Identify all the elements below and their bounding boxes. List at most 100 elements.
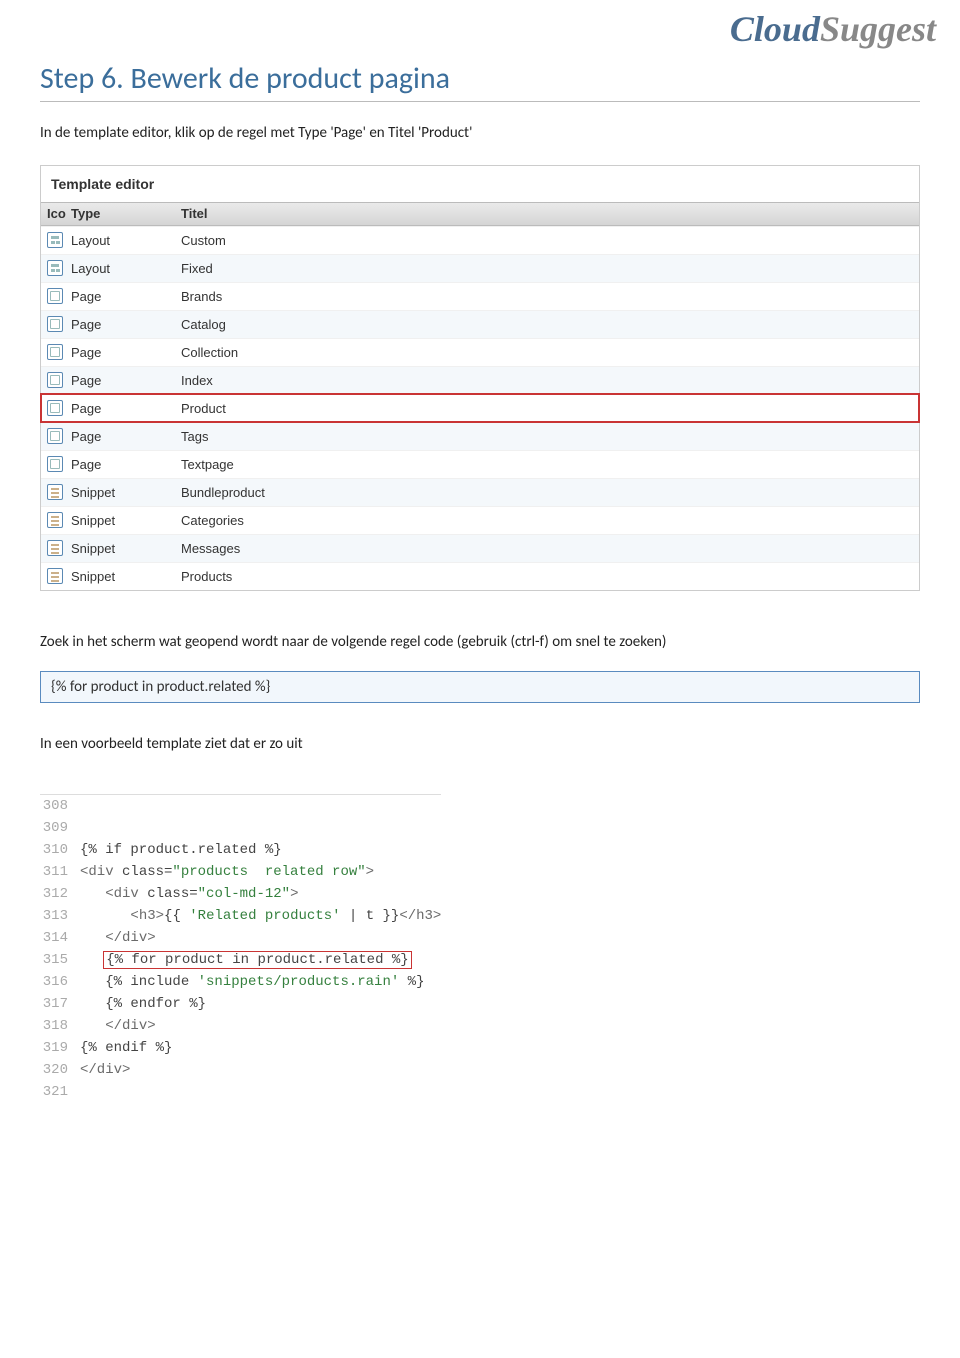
- row-type-cell: Layout: [71, 233, 181, 248]
- code-line: 311<div class="products related row">: [40, 861, 441, 883]
- col-type-header: Type: [71, 206, 181, 221]
- code-content: {% include 'snippets/products.rain' %}: [80, 974, 424, 990]
- template-editor-row[interactable]: SnippetBundleproduct: [41, 478, 919, 506]
- template-editor-row[interactable]: LayoutCustom: [41, 226, 919, 254]
- page-icon: [47, 316, 63, 332]
- template-editor-row[interactable]: PageTextpage: [41, 450, 919, 478]
- code-line: 314 </div>: [40, 927, 441, 949]
- code-content: </div>: [80, 1062, 130, 1078]
- snippet-icon: [47, 540, 63, 556]
- row-type-cell: Snippet: [71, 569, 181, 584]
- code-line: 312 <div class="col-md-12">: [40, 883, 441, 905]
- row-icon-cell: [41, 484, 71, 500]
- line-number: 319: [40, 1040, 80, 1056]
- row-title-cell: Bundleproduct: [181, 485, 919, 500]
- template-editor-row[interactable]: PageCollection: [41, 338, 919, 366]
- page-icon: [47, 344, 63, 360]
- row-title-cell: Categories: [181, 513, 919, 528]
- row-title-cell: Custom: [181, 233, 919, 248]
- row-title-cell: Index: [181, 373, 919, 388]
- row-type-cell: Page: [71, 401, 181, 416]
- page-icon: [47, 400, 63, 416]
- row-type-cell: Page: [71, 345, 181, 360]
- code-line: 320</div>: [40, 1059, 441, 1081]
- template-editor-row[interactable]: SnippetCategories: [41, 506, 919, 534]
- line-number: 314: [40, 930, 80, 946]
- template-editor-row[interactable]: SnippetProducts: [41, 562, 919, 590]
- page-icon: [47, 428, 63, 444]
- layout-icon: [47, 232, 63, 248]
- row-title-cell: Collection: [181, 345, 919, 360]
- row-title-cell: Brands: [181, 289, 919, 304]
- template-editor-row[interactable]: PageCatalog: [41, 310, 919, 338]
- code-content: <div class="col-md-12">: [80, 886, 298, 902]
- code-line: 321: [40, 1081, 441, 1103]
- row-type-cell: Page: [71, 429, 181, 444]
- code-content: {% if product.related %}: [80, 842, 282, 858]
- template-editor-row[interactable]: LayoutFixed: [41, 254, 919, 282]
- row-title-cell: Products: [181, 569, 919, 584]
- row-title-cell: Product: [181, 401, 919, 416]
- row-title-cell: Textpage: [181, 457, 919, 472]
- col-ico-header: Ico: [41, 206, 71, 221]
- row-type-cell: Snippet: [71, 485, 181, 500]
- row-title-cell: Messages: [181, 541, 919, 556]
- search-instruction-text: Zoek in het scherm wat geopend wordt naa…: [40, 631, 920, 654]
- line-number: 313: [40, 908, 80, 924]
- row-type-cell: Page: [71, 457, 181, 472]
- row-icon-cell: [41, 232, 71, 248]
- code-line: 316 {% include 'snippets/products.rain' …: [40, 971, 441, 993]
- code-content: {% endif %}: [80, 1040, 172, 1056]
- line-number: 318: [40, 1018, 80, 1034]
- line-number: 320: [40, 1062, 80, 1078]
- code-content: <div class="products related row">: [80, 864, 374, 880]
- row-title-cell: Fixed: [181, 261, 919, 276]
- line-number: 309: [40, 820, 80, 836]
- code-line: 308: [40, 795, 441, 817]
- template-editor-row[interactable]: PageProduct: [41, 394, 919, 422]
- row-type-cell: Snippet: [71, 541, 181, 556]
- code-line: 313 <h3>{{ 'Related products' | t }}</h3…: [40, 905, 441, 927]
- line-number: 321: [40, 1084, 80, 1100]
- line-number: 316: [40, 974, 80, 990]
- brand-logo: CloudSuggest: [0, 0, 960, 50]
- line-number: 317: [40, 996, 80, 1012]
- row-type-cell: Page: [71, 317, 181, 332]
- line-number: 315: [40, 952, 80, 968]
- row-icon-cell: [41, 400, 71, 416]
- row-type-cell: Layout: [71, 261, 181, 276]
- code-line: 310{% if product.related %}: [40, 839, 441, 861]
- template-editor-row[interactable]: PageBrands: [41, 282, 919, 310]
- row-icon-cell: [41, 260, 71, 276]
- code-search-target: {% for product in product.related %}: [40, 671, 920, 703]
- page-icon: [47, 456, 63, 472]
- code-line: 309: [40, 817, 441, 839]
- row-icon-cell: [41, 568, 71, 584]
- row-title-cell: Catalog: [181, 317, 919, 332]
- template-editor-row[interactable]: SnippetMessages: [41, 534, 919, 562]
- template-editor-header: Ico Type Titel: [41, 202, 919, 226]
- code-editor: 308309310{% if product.related %}311<div…: [40, 794, 441, 1103]
- row-icon-cell: [41, 456, 71, 472]
- template-editor-row[interactable]: PageIndex: [41, 366, 919, 394]
- row-icon-cell: [41, 512, 71, 528]
- line-number: 311: [40, 864, 80, 880]
- row-icon-cell: [41, 344, 71, 360]
- template-editor-title: Template editor: [41, 166, 919, 202]
- template-editor-row[interactable]: PageTags: [41, 422, 919, 450]
- code-line: 318 </div>: [40, 1015, 441, 1037]
- code-line: 315 {% for product in product.related %}: [40, 949, 441, 971]
- example-intro-text: In een voorbeeld template ziet dat er zo…: [40, 733, 920, 756]
- row-title-cell: Tags: [181, 429, 919, 444]
- code-content: {% for product in product.related %}: [80, 951, 412, 969]
- line-number: 310: [40, 842, 80, 858]
- code-content: </div>: [80, 1018, 156, 1034]
- code-content: <h3>{{ 'Related products' | t }}</h3>: [80, 908, 441, 924]
- row-type-cell: Page: [71, 373, 181, 388]
- page-title: Step 6. Bewerk de product pagina: [40, 60, 920, 102]
- snippet-icon: [47, 484, 63, 500]
- logo-text-secondary: Suggest: [820, 9, 936, 49]
- page-icon: [47, 288, 63, 304]
- row-type-cell: Page: [71, 289, 181, 304]
- logo-text-primary: Cloud: [730, 9, 820, 49]
